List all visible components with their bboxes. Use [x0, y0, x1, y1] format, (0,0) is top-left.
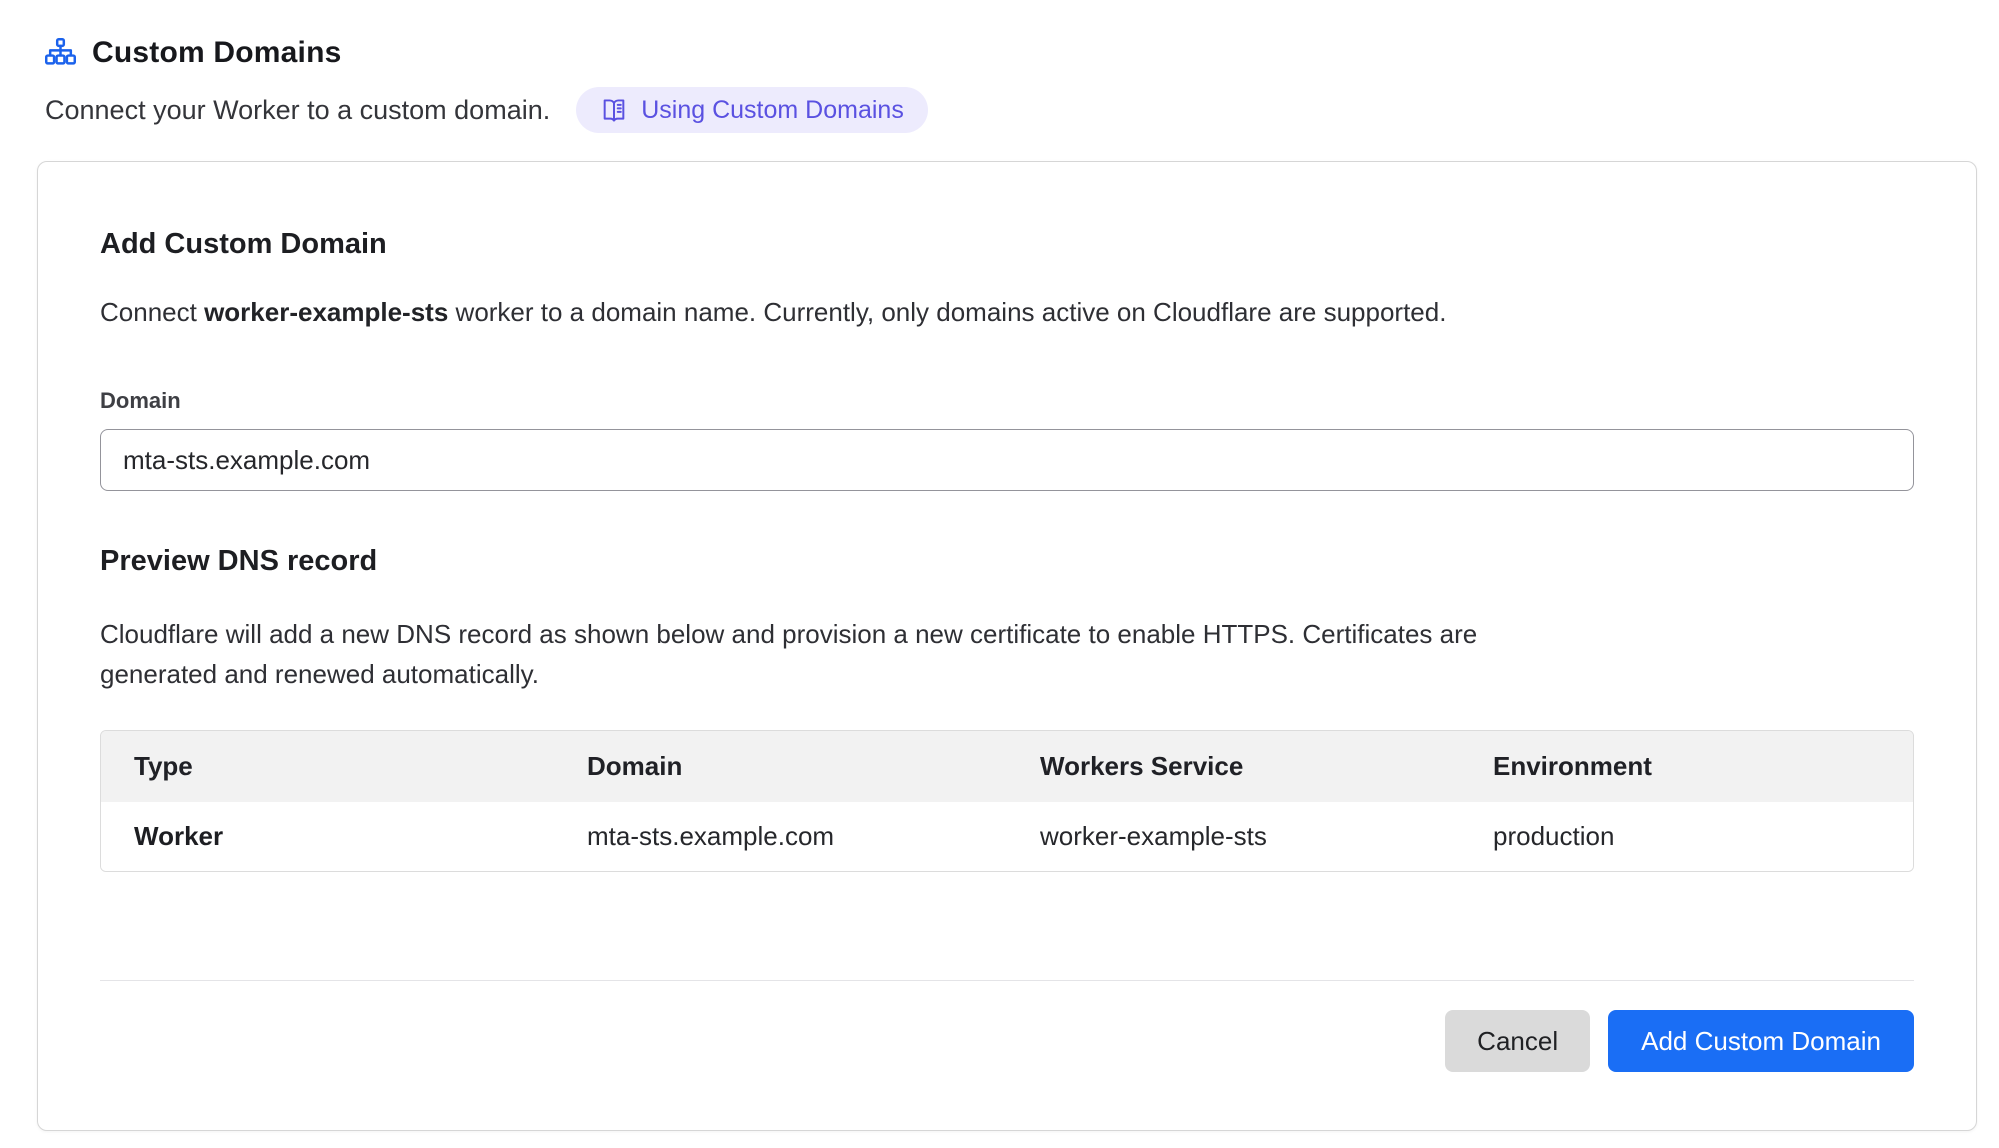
domain-label: Domain	[100, 388, 1914, 414]
page-subtitle: Connect your Worker to a custom domain.	[45, 95, 550, 126]
description-suffix: worker to a domain name. Currently, only…	[448, 297, 1446, 327]
cell-type: Worker	[101, 821, 554, 852]
actions-row: Cancel Add Custom Domain	[100, 1010, 1914, 1072]
page-header: Custom Domains Connect your Worker to a …	[0, 0, 1999, 133]
column-header-environment: Environment	[1460, 751, 1913, 782]
cell-environment: production	[1460, 821, 1913, 852]
column-header-workers-service: Workers Service	[1007, 751, 1460, 782]
cancel-button[interactable]: Cancel	[1445, 1010, 1590, 1072]
table-row: Worker mta-sts.example.com worker-exampl…	[101, 802, 1913, 871]
worker-description: Connect worker-example-sts worker to a d…	[100, 297, 1914, 328]
cell-domain: mta-sts.example.com	[554, 821, 1007, 852]
title-row: Custom Domains	[45, 36, 1999, 70]
cell-workers-service: worker-example-sts	[1007, 821, 1460, 852]
description-prefix: Connect	[100, 297, 204, 327]
add-custom-domain-card: Add Custom Domain Connect worker-example…	[37, 161, 1977, 1131]
worker-name: worker-example-sts	[204, 297, 448, 327]
subtitle-row: Connect your Worker to a custom domain. …	[45, 87, 1999, 133]
book-icon	[600, 96, 628, 124]
column-header-domain: Domain	[554, 751, 1007, 782]
preview-description: Cloudflare will add a new DNS record as …	[100, 614, 1570, 694]
card-title: Add Custom Domain	[100, 228, 1914, 261]
docs-link[interactable]: Using Custom Domains	[576, 87, 928, 133]
dns-preview-table: Type Domain Workers Service Environment …	[100, 730, 1914, 872]
page-title: Custom Domains	[92, 36, 342, 70]
add-custom-domain-button[interactable]: Add Custom Domain	[1608, 1010, 1914, 1072]
preview-heading: Preview DNS record	[100, 545, 1914, 578]
docs-link-label: Using Custom Domains	[641, 96, 904, 125]
footer-divider	[100, 980, 1914, 981]
table-header-row: Type Domain Workers Service Environment	[101, 731, 1913, 802]
sitemap-icon	[45, 38, 76, 69]
domain-input[interactable]	[100, 429, 1914, 491]
column-header-type: Type	[101, 751, 554, 782]
